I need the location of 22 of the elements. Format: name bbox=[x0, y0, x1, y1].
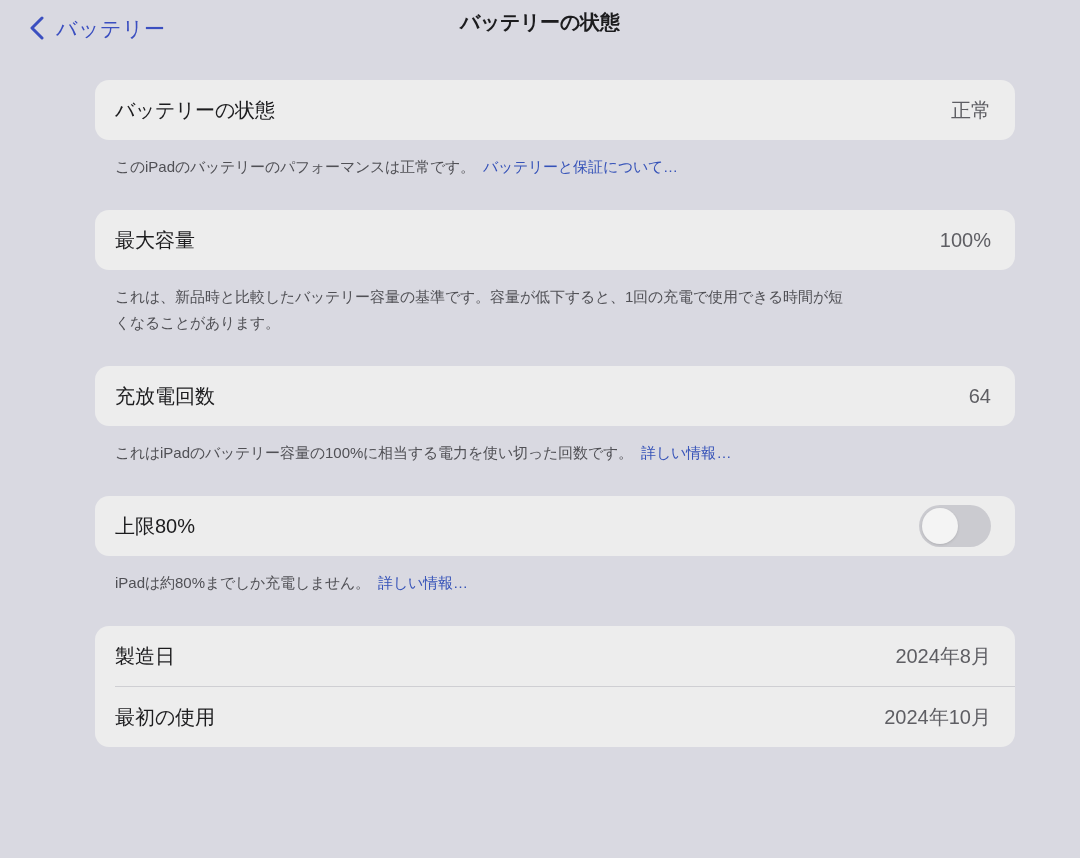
footer-text: これは、新品時と比較したバッテリー容量の基準です。容量が低下すると、1回の充電で使用できる時間が短くなることがあります。 bbox=[115, 288, 844, 331]
chevron-icon bbox=[30, 16, 44, 40]
row-value: 64 bbox=[968, 384, 991, 409]
info-link[interactable]: バッテリーと保証について… bbox=[483, 158, 679, 175]
row-value: 2024年8月 bbox=[895, 644, 991, 669]
row-label: 最大容量 bbox=[115, 228, 195, 253]
page-title: バッテリーの状態 bbox=[460, 10, 620, 35]
footer-text: これはiPadのバッテリー容量の100%に相当する電力を使い切った回数です。 bbox=[115, 444, 634, 461]
row-label: 上限80% bbox=[115, 514, 196, 539]
toggle-switch[interactable] bbox=[919, 505, 991, 547]
row-value: 2024年10月 bbox=[884, 705, 991, 730]
back-button[interactable]: バッテリー bbox=[30, 16, 165, 40]
row-label: バッテリーの状態 bbox=[115, 98, 275, 123]
row-label: 充放電回数 bbox=[115, 384, 215, 409]
info-link[interactable]: 詳しい情報… bbox=[641, 444, 732, 461]
info-link[interactable]: 詳しい情報… bbox=[378, 574, 469, 591]
row-value: 正常 bbox=[951, 98, 991, 123]
row-label: 最初の使用 bbox=[115, 705, 215, 730]
row-label: 製造日 bbox=[115, 644, 175, 669]
row-value: 100% bbox=[939, 228, 991, 253]
footer-text: iPadは約80%までしか充電しません。 bbox=[115, 574, 371, 591]
footer-text: このiPadのバッテリーのパフォーマンスは正常です。 bbox=[115, 158, 476, 175]
